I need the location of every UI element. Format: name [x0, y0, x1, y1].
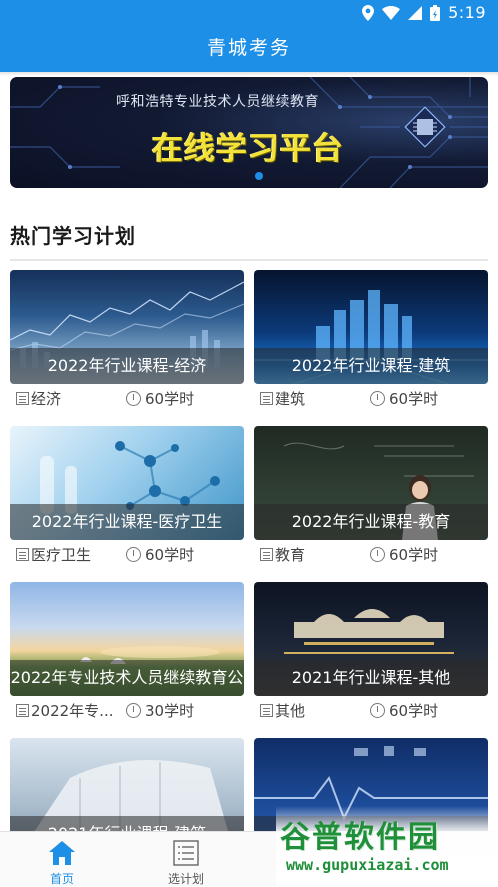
course-category-label: 教育	[275, 546, 306, 564]
course-meta: 教育 60学时	[254, 544, 488, 568]
tab-select-plan[interactable]: 选计划	[124, 832, 248, 887]
course-category: 建筑	[260, 388, 305, 409]
carousel-indicator-dot[interactable]	[255, 172, 263, 180]
course-category-label: 2022年专...	[31, 702, 114, 720]
course-meta: 其他 60学时	[254, 700, 488, 724]
course-hours: 60学时	[370, 700, 438, 721]
list-icon	[173, 840, 199, 866]
section-divider	[10, 259, 488, 261]
course-hours: 30学时	[126, 700, 194, 721]
course-card[interactable]: 2022年行业课程-医疗卫生 医疗卫生 60学时	[10, 426, 244, 574]
clock-icon	[370, 391, 385, 406]
app-bar: 青城考务	[0, 26, 498, 72]
course-meta: 医疗卫生 60学时	[10, 544, 244, 568]
status-time: 5:19	[448, 3, 486, 22]
banner-carousel[interactable]: 呼和浩特专业技术人员继续教育 在线学习平台	[10, 77, 488, 188]
banner-subtitle: 呼和浩特专业技术人员继续教育	[116, 94, 319, 110]
course-thumbnail[interactable]: 2022年行业课程-教育	[254, 426, 488, 540]
clock-icon	[126, 547, 141, 562]
course-category-label: 经济	[31, 390, 62, 408]
course-card[interactable]: 2022年行业课程-经济 经济 60学时	[10, 270, 244, 418]
list-icon	[16, 704, 29, 717]
clock-icon	[126, 391, 141, 406]
course-category: 其他	[260, 700, 305, 721]
course-card[interactable]: 2021年行业课程-其他 其他 60学时	[254, 582, 488, 730]
course-category-label: 建筑	[275, 390, 306, 408]
course-meta: 经济 60学时	[10, 388, 244, 412]
course-card[interactable]: 2022年行业课程-建筑 建筑 60学时	[254, 270, 488, 418]
wifi-icon	[382, 5, 401, 20]
course-hours-label: 60学时	[389, 390, 439, 408]
course-title: 2022年行业课程-医疗卫生	[10, 504, 244, 540]
list-icon	[260, 548, 273, 561]
battery-icon	[430, 4, 441, 21]
signal-icon	[408, 5, 423, 20]
course-meta: 建筑 60学时	[254, 388, 488, 412]
course-thumbnail[interactable]: 2022年行业课程-医疗卫生	[10, 426, 244, 540]
course-title: 2022年行业课程-建筑	[254, 348, 488, 384]
course-card[interactable]: 2022年专业技术人员继续教育公 2022年专... 30学时	[10, 582, 244, 730]
app-title: 青城考务	[206, 37, 291, 59]
clock-icon	[126, 703, 141, 718]
status-bar: 5:19	[0, 0, 498, 26]
course-category: 2022年专...	[16, 700, 113, 721]
course-thumbnail[interactable]: 2022年专业技术人员继续教育公	[10, 582, 244, 696]
clock-icon	[370, 703, 385, 718]
list-icon	[260, 704, 273, 717]
course-category: 教育	[260, 544, 305, 565]
course-thumbnail[interactable]: 2022年行业课程-建筑	[254, 270, 488, 384]
list-icon	[16, 392, 29, 405]
course-title: 2022年行业课程-教育	[254, 504, 488, 540]
home-icon	[49, 841, 75, 865]
watermark-logo: 谷普软件园 www.gupuxiazai.com	[276, 806, 498, 886]
clock-icon	[370, 547, 385, 562]
course-title: 2022年专业技术人员继续教育公	[10, 660, 244, 696]
course-hours-label: 60学时	[145, 546, 195, 564]
course-category-label: 其他	[275, 702, 306, 720]
tab-home-label: 首页	[49, 872, 74, 886]
course-hours: 60学时	[126, 388, 194, 409]
location-icon	[362, 4, 375, 21]
section-title: 热门学习计划	[10, 224, 136, 248]
course-hours: 60学时	[370, 388, 438, 409]
course-category: 医疗卫生	[16, 544, 91, 565]
course-hours-label: 60学时	[145, 390, 195, 408]
course-hours-label: 30学时	[145, 702, 195, 720]
app-bar-shadow	[0, 72, 498, 76]
course-title: 2021年行业课程-其他	[254, 660, 488, 696]
course-hours-label: 60学时	[389, 702, 439, 720]
course-meta: 2022年专... 30学时	[10, 700, 244, 724]
watermark-title: 谷普软件园	[280, 820, 440, 855]
list-icon	[16, 548, 29, 561]
course-hours-label: 60学时	[389, 546, 439, 564]
list-icon	[260, 392, 273, 405]
course-category-label: 医疗卫生	[31, 546, 92, 564]
tab-select-plan-label: 选计划	[167, 872, 204, 886]
course-hours: 60学时	[370, 544, 438, 565]
course-thumbnail[interactable]: 2022年行业课程-经济	[10, 270, 244, 384]
course-category: 经济	[16, 388, 61, 409]
banner-title: 在线学习平台	[152, 131, 344, 167]
course-hours: 60学时	[126, 544, 194, 565]
watermark-url: www.gupuxiazai.com	[286, 856, 449, 874]
course-title: 2022年行业课程-经济	[10, 348, 244, 384]
course-card[interactable]: 2022年行业课程-教育 教育 60学时	[254, 426, 488, 574]
course-thumbnail[interactable]: 2021年行业课程-其他	[254, 582, 488, 696]
tab-home[interactable]: 首页	[0, 832, 124, 887]
